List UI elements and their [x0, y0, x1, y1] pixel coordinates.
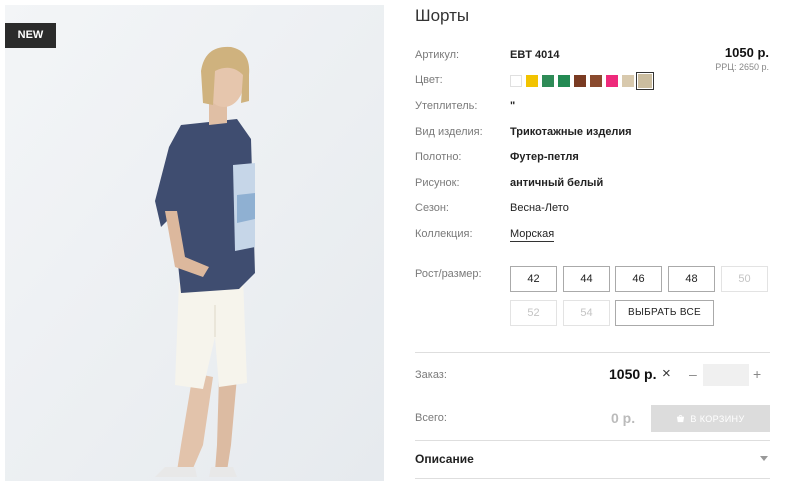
color-swatch-pink[interactable]: [606, 75, 618, 87]
fabric-label: Полотно:: [415, 151, 462, 163]
times-icon: ×: [662, 365, 671, 382]
recommended-price: РРЦ: 2650 р.: [715, 62, 769, 72]
product-price: 1050 р.: [724, 45, 769, 60]
color-swatch-dark-green[interactable]: [558, 75, 570, 87]
select-all-sizes-button[interactable]: ВЫБРАТЬ ВСЕ: [615, 300, 714, 326]
total-price: 0 р.: [611, 410, 636, 426]
add-to-cart-button[interactable]: В КОРЗИНУ: [651, 405, 770, 432]
quantity-input[interactable]: [703, 364, 749, 386]
type-value: Трикотажные изделия: [510, 126, 632, 138]
size-option-disabled: 52: [510, 300, 557, 326]
total-label: Всего:: [415, 412, 447, 424]
size-option-disabled: 50: [721, 266, 768, 292]
pattern-label: Рисунок:: [415, 177, 460, 189]
decrease-quantity-button[interactable]: –: [689, 366, 697, 382]
size-option[interactable]: 42: [510, 266, 557, 292]
insulation-value: ": [510, 100, 516, 112]
size-option[interactable]: 48: [668, 266, 715, 292]
article-label: Артикул:: [415, 49, 460, 61]
increase-quantity-button[interactable]: +: [753, 366, 761, 382]
product-title: Шорты: [415, 6, 470, 25]
season-value: Весна-Лето: [510, 202, 569, 214]
fabric-value: Футер-петля: [510, 151, 579, 163]
insulation-label: Утеплитель:: [415, 100, 478, 112]
chevron-down-icon[interactable]: [760, 456, 768, 461]
color-swatch-beige[interactable]: [622, 75, 634, 87]
size-option[interactable]: 46: [615, 266, 662, 292]
cart-icon: [677, 414, 685, 423]
color-swatch-brown[interactable]: [574, 75, 586, 87]
order-label: Заказ:: [415, 369, 447, 381]
product-photo[interactable]: [5, 5, 384, 481]
color-swatch-chestnut[interactable]: [590, 75, 602, 87]
divider: [415, 440, 770, 441]
new-badge: NEW: [5, 23, 56, 48]
article-value: EBT 4014: [510, 49, 560, 61]
size-label: Рост/размер:: [415, 268, 482, 280]
collection-link[interactable]: Морская: [510, 228, 555, 242]
order-price: 1050 р.: [609, 366, 657, 382]
color-swatches: [510, 72, 654, 90]
model-illustration: [5, 5, 384, 481]
color-swatch-yellow[interactable]: [526, 75, 538, 87]
season-label: Сезон:: [415, 202, 449, 214]
color-swatch-sand-selected[interactable]: [636, 72, 654, 90]
divider: [415, 352, 770, 353]
description-toggle[interactable]: Описание: [415, 452, 474, 466]
color-label: Цвет:: [415, 74, 443, 86]
add-to-cart-label: В КОРЗИНУ: [690, 413, 745, 424]
collection-label: Коллекция:: [415, 228, 473, 240]
color-swatch-white[interactable]: [510, 75, 522, 87]
size-option-disabled: 54: [563, 300, 610, 326]
divider: [415, 478, 770, 479]
type-label: Вид изделия:: [415, 126, 483, 138]
color-swatch-green[interactable]: [542, 75, 554, 87]
size-option[interactable]: 44: [563, 266, 610, 292]
pattern-value: античный белый: [510, 177, 604, 189]
